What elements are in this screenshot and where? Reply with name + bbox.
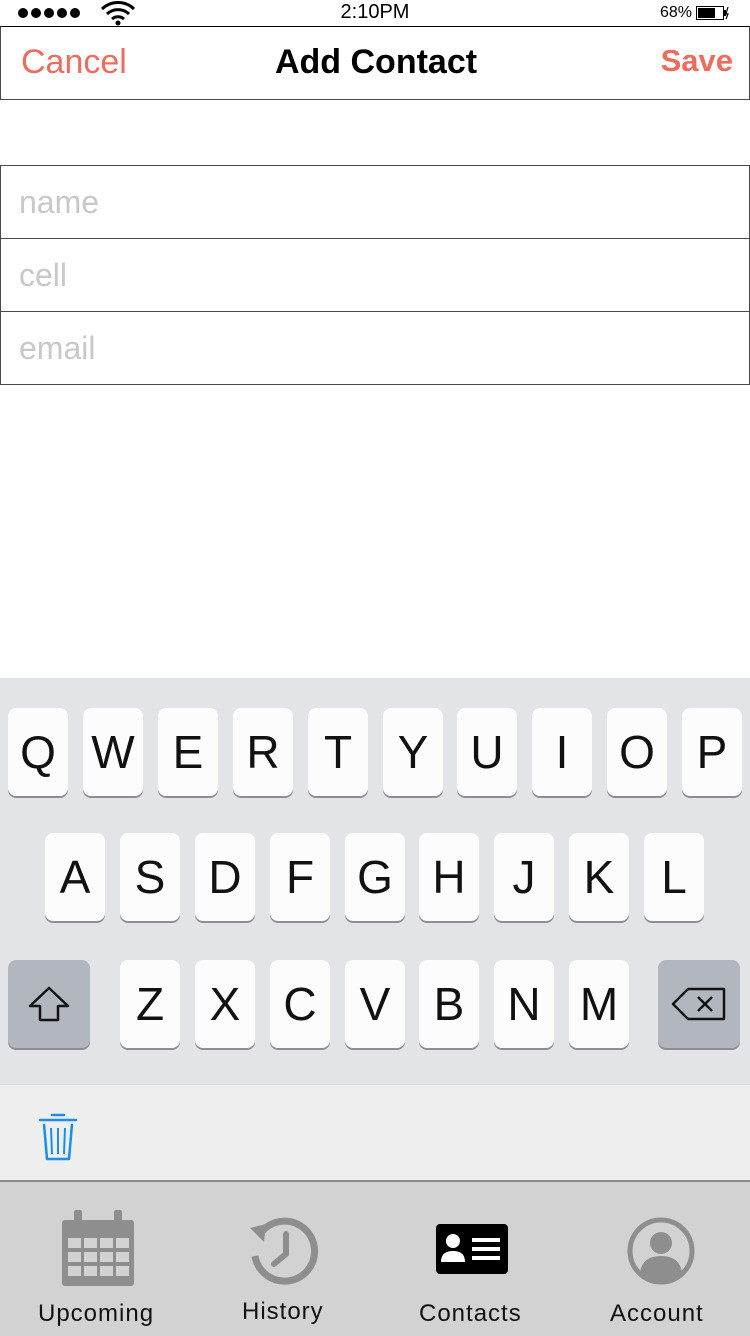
save-button[interactable]: Save [661,43,733,79]
key-y[interactable]: Y [383,708,443,796]
tab-bar: Upcoming History Contacts Account [0,1180,750,1336]
shift-icon [28,986,70,1022]
navigation-bar: Cancel Add Contact Save [0,26,750,100]
tab-label-upcoming: Upcoming [38,1300,155,1327]
key-g[interactable]: G [345,833,405,921]
key-w[interactable]: W [83,708,143,796]
key-i[interactable]: I [532,708,592,796]
key-u[interactable]: U [457,708,517,796]
key-b[interactable]: B [419,960,479,1048]
email-input[interactable] [1,312,719,384]
cell-input[interactable] [1,239,719,311]
key-c[interactable]: C [270,960,330,1048]
key-s[interactable]: S [120,833,180,921]
key-o[interactable]: O [607,708,667,796]
tab-label-contacts: Contacts [419,1300,522,1327]
page-title: Add Contact [274,43,478,81]
history-icon [250,1217,319,1285]
backspace-icon [671,987,726,1021]
keyboard: Q W E R T Y U I O P A S D F G H J K L Z … [0,678,750,1084]
tab-upcoming[interactable]: Upcoming [0,1182,190,1336]
tab-history[interactable]: History [190,1182,380,1336]
key-p[interactable]: P [682,708,742,796]
key-x[interactable]: X [195,960,255,1048]
key-f[interactable]: F [270,833,330,921]
name-field-row [0,165,750,239]
key-h[interactable]: H [419,833,479,921]
key-l[interactable]: L [644,833,704,921]
calendar-icon [62,1210,134,1286]
name-input[interactable] [1,166,719,238]
key-z[interactable]: Z [120,960,180,1048]
bottom-toolbar [0,1084,750,1181]
status-bar: 2:10PM 68% [0,0,750,26]
key-r[interactable]: R [233,708,293,796]
user-icon [627,1217,695,1285]
delete-key[interactable] [658,960,740,1048]
shift-key[interactable] [8,960,90,1048]
key-k[interactable]: K [569,833,629,921]
key-q[interactable]: Q [8,708,68,796]
key-t[interactable]: T [308,708,368,796]
key-a[interactable]: A [45,833,105,921]
trash-icon[interactable] [38,1111,78,1163]
tab-label-account: Account [610,1300,704,1327]
key-e[interactable]: E [158,708,218,796]
key-m[interactable]: M [569,960,629,1048]
battery-percentage: 68% [659,4,692,21]
tab-label-history: History [242,1298,324,1325]
key-n[interactable]: N [494,960,554,1048]
cell-field-row [0,239,750,312]
battery-icon [696,6,729,20]
tab-contacts[interactable]: Contacts [380,1182,560,1336]
key-v[interactable]: V [345,960,405,1048]
tab-account[interactable]: Account [560,1182,750,1336]
status-time: 2:10PM [340,1,410,23]
contact-card-icon [436,1224,508,1274]
email-field-row [0,312,750,385]
key-j[interactable]: J [494,833,554,921]
key-d[interactable]: D [195,833,255,921]
